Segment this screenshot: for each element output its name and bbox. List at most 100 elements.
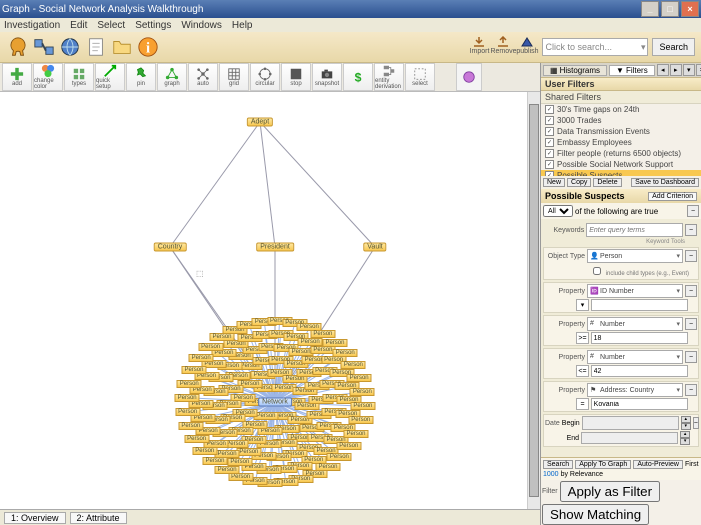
cluster-node[interactable]: Person xyxy=(184,435,209,443)
cluster-node[interactable]: Person xyxy=(350,388,375,396)
cluster-node[interactable]: Person xyxy=(227,458,252,466)
date-end-spin[interactable]: ▴▾ xyxy=(680,431,690,445)
graph-node-top[interactable]: Adept xyxy=(247,118,273,127)
keywords-input[interactable] xyxy=(586,223,683,237)
graph-node-mid[interactable]: President xyxy=(256,243,294,252)
criterion-op[interactable]: ▾ xyxy=(576,299,588,311)
cluster-node[interactable]: Person xyxy=(310,330,335,338)
tool-circular[interactable]: circular xyxy=(250,63,280,91)
criterion-value-input[interactable] xyxy=(591,299,688,311)
graph-node-right[interactable]: Vault xyxy=(363,243,386,252)
tab-histograms[interactable]: ▦Histograms xyxy=(543,65,607,76)
folder-icon[interactable] xyxy=(110,35,134,59)
cluster-node[interactable]: Person xyxy=(175,408,200,416)
tool-snapshot[interactable]: snapshot xyxy=(312,63,342,91)
user-filters-header[interactable]: User Filters xyxy=(541,77,701,91)
criterion-op[interactable]: = xyxy=(576,398,588,410)
cluster-node[interactable]: Person xyxy=(189,354,214,362)
cluster-node[interactable]: Person xyxy=(192,447,217,455)
tool-add[interactable]: add xyxy=(2,63,32,91)
menu-settings[interactable]: Settings xyxy=(135,20,171,31)
criterion-remove[interactable]: − xyxy=(685,351,697,363)
criterion-value-input[interactable] xyxy=(591,332,688,344)
filter-item-3[interactable]: ✓Embassy Employees xyxy=(541,137,701,148)
filter-save-dashboard[interactable]: Save to Dashboard xyxy=(631,178,699,187)
cluster-node[interactable]: Person xyxy=(177,380,202,388)
status-tab-2[interactable]: 2: Attribute xyxy=(70,512,127,524)
horseshoe-icon[interactable] xyxy=(6,35,30,59)
graph-canvas[interactable]: Adept Country President Vault Network Pe… xyxy=(0,92,540,509)
cluster-node[interactable]: Person xyxy=(175,394,200,402)
footer-apply-filter[interactable]: Apply as Filter xyxy=(560,481,660,502)
cluster-node[interactable]: Person xyxy=(333,349,358,357)
filter-checkbox[interactable]: ✓ xyxy=(545,105,554,114)
criterion-select[interactable]: 👤Person▾ xyxy=(587,249,683,263)
criterion-remove[interactable]: − xyxy=(685,250,697,262)
criterion-select[interactable]: ⚑Address: Country▾ xyxy=(587,383,683,397)
criterion-remove[interactable]: − xyxy=(685,384,697,396)
cluster-node[interactable]: Person xyxy=(209,333,234,341)
filter-checkbox[interactable]: ✓ xyxy=(545,149,554,158)
criterion-select[interactable]: #Number▾ xyxy=(587,350,683,364)
tool-auto[interactable]: auto xyxy=(188,63,218,91)
criterion-value-input[interactable] xyxy=(591,398,688,410)
filter-new[interactable]: New xyxy=(543,178,565,187)
tool-types[interactable]: types xyxy=(64,63,94,91)
menu-windows[interactable]: Windows xyxy=(181,20,222,31)
menu-investigation[interactable]: Investigation xyxy=(4,20,60,31)
nav-menu[interactable]: ▾ xyxy=(683,64,695,76)
date-remove[interactable]: − xyxy=(693,417,699,429)
include-subtypes-check[interactable] xyxy=(593,267,601,275)
tool-pin[interactable]: pin xyxy=(126,63,156,91)
footer-auto-preview[interactable]: Auto-Preview xyxy=(633,460,683,469)
cluster-node[interactable]: Person xyxy=(181,366,206,374)
footer-count[interactable]: 1000 xyxy=(543,471,559,478)
cluster-node[interactable]: Person xyxy=(322,339,347,347)
search-button[interactable]: Search xyxy=(652,38,695,56)
link-icon[interactable] xyxy=(32,35,56,59)
cluster-node[interactable]: Person xyxy=(336,442,361,450)
info-icon[interactable]: i xyxy=(136,35,160,59)
menu-select[interactable]: Select xyxy=(97,20,125,31)
menu-help[interactable]: Help xyxy=(232,20,253,31)
criterion-op[interactable]: >= xyxy=(576,332,588,344)
tool-play[interactable] xyxy=(456,63,482,91)
tool-change-color[interactable]: change color xyxy=(33,63,63,91)
cluster-node[interactable]: Person xyxy=(298,338,323,346)
document-icon[interactable] xyxy=(84,35,108,59)
criterion-remove[interactable]: − xyxy=(685,285,697,297)
graph-node-center[interactable]: Network xyxy=(258,398,292,407)
filter-item-0[interactable]: ✓30's Time gaps on 24th xyxy=(541,104,701,115)
remove-button[interactable]: Remove xyxy=(492,36,514,58)
minimize-button[interactable]: _ xyxy=(641,1,659,17)
footer-search[interactable]: Search xyxy=(543,460,573,469)
filter-item-5[interactable]: ✓Possible Social Network Support xyxy=(541,159,701,170)
cluster-node[interactable]: Person xyxy=(344,430,369,438)
filter-checkbox[interactable]: ✓ xyxy=(545,160,554,169)
cluster-node[interactable]: Person xyxy=(310,346,335,354)
menu-edit[interactable]: Edit xyxy=(70,20,87,31)
publish-button[interactable]: publish xyxy=(516,36,538,58)
keywords-remove[interactable]: − xyxy=(685,224,697,236)
filter-checkbox[interactable]: ✓ xyxy=(545,138,554,147)
criterion-select[interactable]: 🆔ID Number▾ xyxy=(587,284,683,298)
cluster-node[interactable]: Person xyxy=(215,466,240,474)
cluster-node[interactable]: Person xyxy=(203,457,228,465)
criterion-select[interactable]: #Number▾ xyxy=(587,317,683,331)
date-end-input[interactable] xyxy=(581,432,678,444)
tab-filters[interactable]: ▼Filters xyxy=(609,65,655,76)
filter-copy[interactable]: Copy xyxy=(567,178,591,187)
filter-delete[interactable]: Delete xyxy=(593,178,621,187)
nav-prev[interactable]: ◂ xyxy=(657,64,669,76)
cluster-node[interactable]: Person xyxy=(178,422,203,430)
date-begin-input[interactable] xyxy=(582,416,679,430)
globe-icon[interactable] xyxy=(58,35,82,59)
cluster-node[interactable]: Person xyxy=(348,416,373,424)
graph-node-left[interactable]: Country xyxy=(154,243,187,252)
tool-stop[interactable]: stop xyxy=(281,63,311,91)
filter-checkbox[interactable]: ✓ xyxy=(545,116,554,125)
canvas-scrollbar[interactable] xyxy=(527,92,540,509)
maximize-button[interactable]: □ xyxy=(661,1,679,17)
filter-item-2[interactable]: ✓Data Transmission Events xyxy=(541,126,701,137)
footer-show-matching[interactable]: Show Matching xyxy=(542,504,649,525)
